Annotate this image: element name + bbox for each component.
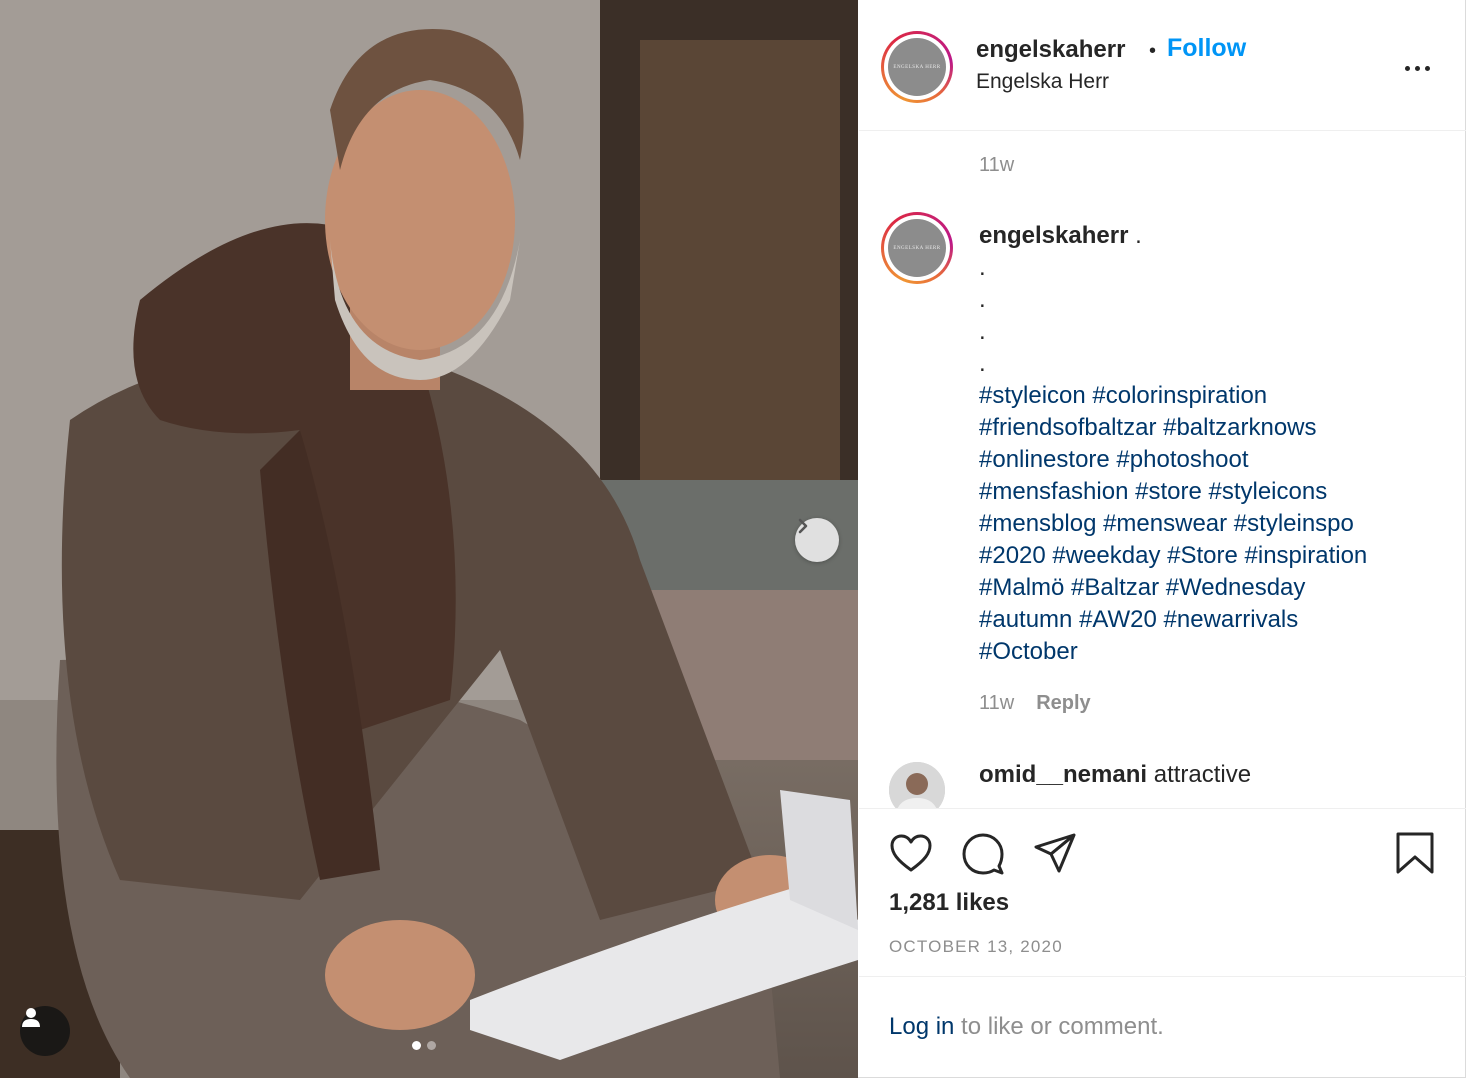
caption-dot: . xyxy=(979,254,986,281)
caption-avatar[interactable]: ENGELSKA HERR xyxy=(881,212,953,284)
next-slide-button[interactable] xyxy=(795,518,839,562)
carousel-dot xyxy=(427,1041,436,1050)
hashtag-line[interactable]: #styleicon #colorinspiration xyxy=(979,380,1449,412)
separator-bullet: • xyxy=(1149,40,1157,62)
caption-timestamp[interactable]: 11w xyxy=(979,692,1014,715)
login-prompt: Log in to like or comment. xyxy=(859,976,1466,1078)
caption-lead: . xyxy=(1128,222,1142,249)
paper-plane-icon xyxy=(1034,833,1076,873)
caption-username[interactable]: engelskaherr xyxy=(979,222,1128,249)
carousel-dot xyxy=(412,1041,421,1050)
hashtag-line[interactable]: #2020 #weekday #Store #inspiration xyxy=(979,540,1449,572)
profile-avatar[interactable]: ENGELSKA HERR xyxy=(881,31,953,103)
comment-username[interactable]: omid__nemani xyxy=(979,761,1147,788)
like-button[interactable] xyxy=(889,833,933,878)
avatar-logo: ENGELSKA HERR xyxy=(888,38,946,96)
caption-dot: . xyxy=(979,286,986,313)
post-header: ENGELSKA HERR engelskaherr • Follow Enge… xyxy=(859,0,1466,131)
post-timestamp: 11w xyxy=(979,154,1015,176)
comment: omid__nemani attractive xyxy=(979,761,1251,789)
login-rest: to like or comment. xyxy=(954,1013,1164,1040)
login-link[interactable]: Log in xyxy=(889,1013,954,1040)
heart-icon xyxy=(890,834,932,872)
post-photo[interactable] xyxy=(0,0,858,1078)
caption-dot: . xyxy=(979,350,986,377)
caption-body: engelskaherr . . . . . #styleicon #color… xyxy=(979,220,1449,668)
more-dot xyxy=(1424,65,1430,71)
comment-text: attractive xyxy=(1147,761,1252,788)
commenter-avatar[interactable] xyxy=(889,762,945,808)
action-bar: 1,281 likes OCTOBER 13, 2020 xyxy=(859,808,1466,978)
hashtag-line[interactable]: #mensblog #menswear #styleinspo xyxy=(979,508,1449,540)
more-options-button[interactable] xyxy=(1395,56,1439,80)
comment-button[interactable] xyxy=(961,832,1005,881)
caption-dot: . xyxy=(979,318,986,345)
hashtag-line[interactable]: #Malmö #Baltzar #Wednesday xyxy=(979,572,1449,604)
more-dot xyxy=(1414,65,1420,71)
header-full-name: Engelska Herr xyxy=(976,70,1110,93)
carousel-indicator xyxy=(412,1041,436,1050)
hashtag-line[interactable]: #October xyxy=(979,636,1449,668)
hashtag-line[interactable]: #mensfashion #store #styleicons xyxy=(979,476,1449,508)
post-date[interactable]: OCTOBER 13, 2020 xyxy=(889,937,1063,957)
follow-button[interactable]: Follow xyxy=(1167,34,1246,63)
user-icon xyxy=(22,1008,40,1027)
share-button[interactable] xyxy=(1033,832,1077,879)
more-dot xyxy=(1404,65,1410,71)
hashtag-line[interactable]: #onlinestore #photoshoot xyxy=(979,444,1449,476)
chevron-right-icon xyxy=(798,518,808,534)
tagged-users-button[interactable] xyxy=(20,1006,70,1056)
avatar-logo: ENGELSKA HERR xyxy=(888,219,946,277)
hashtag-line[interactable]: #autumn #AW20 #newarrivals xyxy=(979,604,1449,636)
comment-bubble-icon xyxy=(962,833,1004,875)
commenter-photo xyxy=(889,762,945,808)
post-side-panel: ENGELSKA HERR engelskaherr • Follow Enge… xyxy=(859,0,1466,1078)
header-username[interactable]: engelskaherr xyxy=(976,36,1125,64)
post-container: ENGELSKA HERR engelskaherr • Follow Enge… xyxy=(0,0,1466,1078)
hashtag-line[interactable]: #friendsofbaltzar #baltzarknows xyxy=(979,412,1449,444)
photo-illustration xyxy=(0,0,858,1078)
reply-button[interactable]: Reply xyxy=(1036,692,1090,715)
comments-section[interactable]: 11w ENGELSKA HERR engelskaherr . . . . .… xyxy=(859,132,1466,808)
bookmark-icon xyxy=(1396,832,1434,874)
save-button[interactable] xyxy=(1395,831,1435,880)
caption-meta: 11w Reply xyxy=(979,692,1091,715)
likes-count[interactable]: 1,281 likes xyxy=(889,889,1009,917)
